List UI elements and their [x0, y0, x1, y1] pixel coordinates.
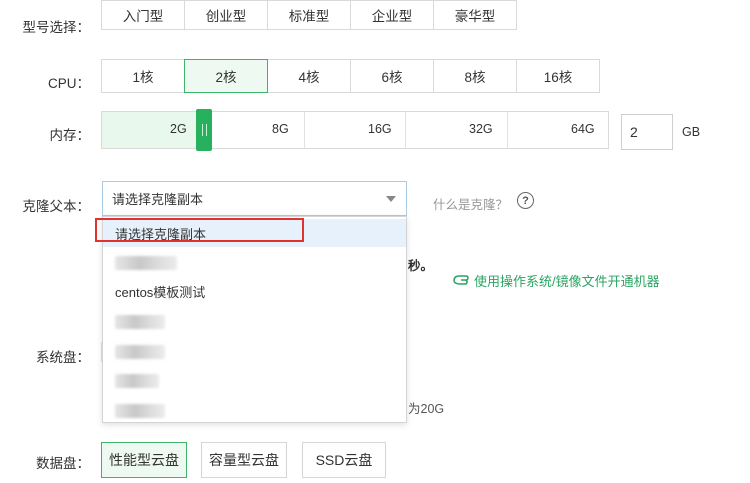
model-label: 型号选择： — [22, 20, 91, 35]
dropdown-item-redacted[interactable] — [103, 338, 406, 366]
dropdown-item-redacted[interactable] — [103, 308, 406, 336]
peek-seconds-text: 秒。 — [408, 259, 434, 273]
cpu-option-2[interactable]: 2核 — [184, 59, 268, 93]
cpu-option-4[interactable]: 4核 — [267, 59, 351, 93]
dropdown-item[interactable]: centos模板测试 — [103, 277, 406, 305]
chevron-down-icon — [386, 196, 396, 202]
data-disk-capacity-button[interactable]: 容量型云盘 — [201, 442, 287, 478]
memory-tick-divider — [304, 112, 305, 148]
cpu-option-1[interactable]: 1核 — [101, 59, 185, 93]
cpu-option-6[interactable]: 6核 — [350, 59, 434, 93]
dropdown-item-redacted[interactable] — [103, 397, 406, 422]
hand-pointer-icon — [452, 274, 470, 288]
memory-tick-16g: 16G — [368, 122, 392, 136]
question-circle-icon[interactable]: ? — [517, 192, 534, 209]
peek-disk-hint: 为20G — [408, 402, 445, 416]
dropdown-item-redacted[interactable] — [103, 367, 406, 395]
memory-tick-32g: 32G — [469, 122, 493, 136]
os-image-link-label: 使用操作系统/镜像文件开通机器 — [474, 274, 660, 289]
memory-tick-divider — [507, 112, 508, 148]
memory-tick-divider — [405, 112, 406, 148]
clone-dropdown: 请选择克隆副本 centos模板测试 — [102, 216, 407, 423]
data-disk-ssd-button[interactable]: SSD云盘 — [302, 442, 386, 478]
model-option-standard[interactable]: 标准型 — [267, 0, 351, 30]
memory-tick-64g: 64G — [571, 122, 595, 136]
os-image-link[interactable]: 使用操作系统/镜像文件开通机器 — [452, 271, 660, 290]
model-option-enterprise[interactable]: 企业型 — [350, 0, 434, 30]
model-selector: 入门型 创业型 标准型 企业型 豪华型 — [101, 0, 517, 30]
cpu-option-16[interactable]: 16核 — [516, 59, 600, 93]
clone-select-value: 请选择克隆副本 — [112, 192, 204, 207]
memory-tick-2g: 2G — [170, 122, 187, 136]
cpu-option-8[interactable]: 8核 — [433, 59, 517, 93]
system-disk-label: 系统盘： — [36, 350, 90, 365]
memory-label: 内存： — [49, 128, 91, 143]
memory-slider[interactable]: 2G 8G 16G 32G 64G — [101, 109, 609, 151]
model-option-luxury[interactable]: 豪华型 — [433, 0, 517, 30]
model-option-entry[interactable]: 入门型 — [101, 0, 185, 30]
dropdown-item-redacted[interactable] — [103, 249, 406, 277]
model-option-startup[interactable]: 创业型 — [184, 0, 268, 30]
memory-input[interactable]: 2 — [621, 114, 673, 150]
data-disk-performance-button[interactable]: 性能型云盘 — [101, 442, 187, 478]
highlight-annotation — [95, 218, 304, 242]
clone-help-link[interactable]: 什么是克隆？ — [433, 194, 508, 213]
memory-unit: GB — [682, 125, 701, 139]
cpu-selector: 1核 2核 4核 6核 8核 16核 — [101, 59, 600, 93]
memory-slider-handle[interactable] — [196, 109, 212, 151]
cpu-label: CPU： — [47, 76, 90, 91]
memory-tick-8g: 8G — [272, 122, 289, 136]
clone-label: 克隆父本： — [22, 199, 91, 214]
data-disk-label: 数据盘： — [36, 456, 90, 471]
clone-select[interactable]: 请选择克隆副本 — [102, 181, 407, 216]
